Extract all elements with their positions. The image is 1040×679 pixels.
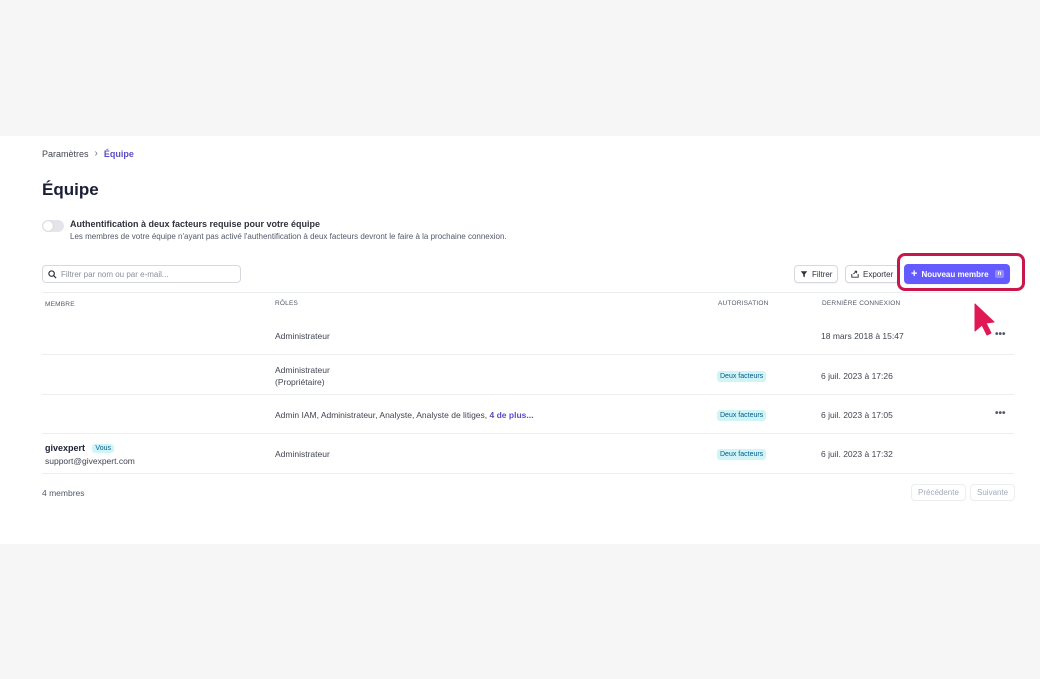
page-title: Équipe [42, 180, 99, 199]
member-name: givexpert [45, 443, 86, 453]
toggle-knob [43, 221, 53, 231]
row-roles: Admin IAM, Administrateur, Analyste, Ana… [275, 410, 533, 420]
next-page-button[interactable]: Suivante [970, 484, 1016, 501]
filter-label: Filtrer [812, 269, 833, 279]
you-badge: Vous [92, 444, 114, 453]
auth-badge: Deux facteurs [717, 410, 767, 421]
table-row[interactable]: Administrateur (Propriétaire) Deux facte… [42, 355, 1014, 395]
row-auth: Deux facteurs [717, 370, 767, 382]
row-divider [42, 473, 1014, 474]
export-label: Exporter [863, 269, 894, 279]
highlight-frame [897, 253, 1025, 291]
breadcrumb: Paramètres › Équipe [42, 148, 134, 159]
row-auth: Deux facteurs [717, 448, 767, 460]
row-roles: Administrateur [275, 449, 330, 459]
search-icon [48, 269, 57, 279]
twofa-setting: Authentification à deux facteurs requise… [42, 219, 507, 241]
row-member: givexpert Vous support@givexpert.com [45, 443, 135, 466]
column-header-last-login: DERNIÈRE CONNEXION [822, 300, 901, 307]
row-role-line: Administrateur [275, 365, 330, 375]
row-last-login: 6 juil. 2023 à 17:05 [821, 410, 893, 420]
row-roles: Administrateur [275, 331, 330, 341]
row-last-login: 18 mars 2018 à 15:47 [821, 331, 904, 341]
row-role-line: Admin IAM, Administrateur, Analyste, Ana… [275, 410, 488, 420]
team-settings-page: Paramètres › Équipe Équipe Authentificat… [0, 136, 1040, 544]
search-input[interactable] [61, 269, 231, 279]
table-row[interactable]: givexpert Vous support@givexpert.com Adm… [42, 434, 1014, 474]
auth-badge: Deux facteurs [717, 371, 767, 382]
row-role-owner: (Propriétaire) [275, 377, 325, 387]
auth-badge: Deux facteurs [717, 449, 767, 460]
search-field[interactable] [42, 265, 241, 283]
breadcrumb-current[interactable]: Équipe [104, 149, 134, 159]
export-icon [851, 270, 859, 278]
twofa-title: Authentification à deux facteurs requise… [70, 219, 321, 229]
member-email: support@givexpert.com [45, 456, 135, 466]
twofa-toggle[interactable] [42, 220, 64, 232]
column-header-member: MEMBRE [45, 301, 75, 308]
row-roles: Administrateur (Propriétaire) [275, 364, 330, 388]
column-header-roles: RÔLES [275, 300, 299, 307]
more-actions-icon[interactable]: ••• [995, 329, 1006, 340]
twofa-description: Les membres de votre équipe n'ayant pas … [70, 232, 507, 241]
table-row[interactable]: Administrateur 18 mars 2018 à 15:47 ••• [42, 315, 1014, 355]
column-header-auth: AUTORISATION [718, 300, 769, 307]
more-roles-link[interactable]: 4 de plus... [490, 410, 534, 420]
row-last-login: 6 juil. 2023 à 17:32 [821, 449, 893, 459]
chevron-right-icon: › [94, 148, 98, 159]
breadcrumb-parent[interactable]: Paramètres [42, 149, 89, 159]
row-auth: Deux facteurs [717, 409, 767, 421]
more-actions-icon[interactable]: ••• [995, 408, 1006, 419]
row-last-login: 6 juil. 2023 à 17:26 [821, 371, 893, 381]
export-button[interactable]: Exporter [845, 265, 900, 283]
previous-page-button[interactable]: Précédente [911, 484, 966, 501]
divider [42, 292, 1014, 293]
member-count: 4 membres [42, 488, 85, 498]
filter-button[interactable]: Filtrer [794, 265, 839, 283]
filter-icon [800, 271, 808, 278]
table-row[interactable]: Admin IAM, Administrateur, Analyste, Ana… [42, 395, 1014, 434]
